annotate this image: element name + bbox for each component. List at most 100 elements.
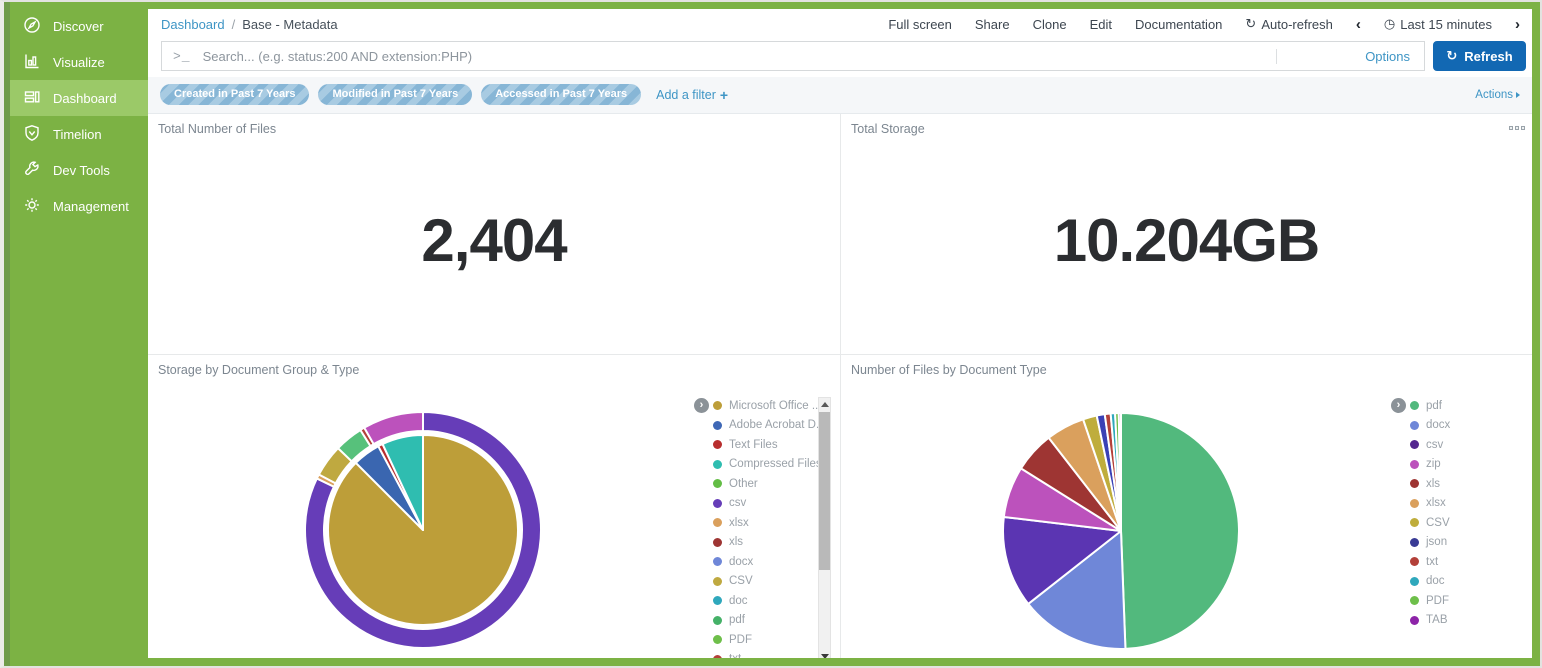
legend-item[interactable]: CSV [713, 572, 826, 592]
legend-color-dot [1410, 596, 1419, 605]
top-navigation: Full screen Share Clone Edit Documentati… [888, 17, 1520, 32]
refresh-button[interactable]: ↻ Refresh [1433, 41, 1526, 71]
legend-item[interactable]: Adobe Acrobat D... [713, 416, 826, 436]
sidebar-item-dev-tools[interactable]: Dev Tools [10, 152, 148, 188]
scroll-down-arrow-icon[interactable] [821, 654, 829, 658]
auto-refresh-button[interactable]: ↻ Auto-refresh [1245, 17, 1332, 32]
sidebar-item-dashboard[interactable]: Dashboard [10, 80, 148, 116]
legend-color-dot [713, 635, 722, 644]
search-options-box: Options [1276, 49, 1424, 64]
panel-title: Total Number of Files [158, 122, 276, 136]
sidebar-item-label: Visualize [53, 55, 105, 70]
legend-item[interactable]: xls [713, 533, 826, 553]
sidebar-item-label: Dashboard [53, 91, 117, 106]
legend-color-dot [713, 401, 722, 410]
time-forward-chevron-icon[interactable]: › [1515, 17, 1520, 32]
filter-pill-created[interactable]: Created in Past 7 Years [160, 84, 309, 105]
options-link[interactable]: Options [1365, 49, 1410, 64]
legend-item[interactable]: Text Files [713, 435, 826, 455]
legend-color-dot [1410, 518, 1419, 527]
legend-item[interactable]: xlsx [713, 513, 826, 533]
legend-item[interactable]: docx [1410, 416, 1450, 436]
search-input[interactable] [201, 48, 1276, 65]
legend-item[interactable]: pdf [1410, 396, 1450, 416]
scrollbar-thumb[interactable] [819, 412, 830, 570]
legend-label: xls [729, 536, 743, 548]
add-filter-button[interactable]: Add a filter + [656, 87, 728, 103]
documentation-link[interactable]: Documentation [1135, 17, 1222, 32]
legend-color-dot [713, 577, 722, 586]
scroll-up-arrow-icon[interactable] [821, 402, 829, 407]
search-row: >_ Options ↻ Refresh [148, 38, 1532, 77]
legend-item[interactable]: CSV [1410, 513, 1450, 533]
sidebar-item-discover[interactable]: Discover [10, 8, 148, 44]
pie-chart[interactable] [1001, 411, 1241, 656]
legend-label: TAB [1426, 614, 1448, 626]
refresh-button-label: Refresh [1464, 49, 1512, 64]
legend-item[interactable]: pdf [713, 611, 826, 631]
legend-color-dot [713, 499, 722, 508]
legend-item[interactable]: docx [713, 552, 826, 572]
legend-color-dot [713, 460, 722, 469]
panel-options-icon[interactable] [1509, 126, 1525, 130]
legend-item[interactable]: xls [1410, 474, 1450, 494]
legend-item[interactable]: Microsoft Office ... [713, 396, 826, 416]
legend-label: pdf [729, 614, 745, 626]
legend-label: xlsx [1426, 497, 1446, 509]
legend-item[interactable]: TAB [1410, 611, 1450, 631]
legend-color-dot [713, 440, 722, 449]
auto-refresh-label: Auto-refresh [1261, 17, 1333, 32]
panel-title: Number of Files by Document Type [851, 363, 1047, 377]
legend-item[interactable]: csv [1410, 435, 1450, 455]
legend-item[interactable]: PDF [713, 630, 826, 650]
legend-color-dot [713, 479, 722, 488]
time-back-chevron-icon[interactable]: ‹ [1356, 17, 1361, 32]
breadcrumb-separator: / [232, 17, 236, 32]
filter-pill-accessed[interactable]: Accessed in Past 7 Years [481, 84, 641, 105]
filter-pill-modified[interactable]: Modified in Past 7 Years [318, 84, 472, 105]
pie-slice[interactable] [1121, 413, 1239, 649]
breadcrumb-current: Base - Metadata [242, 17, 337, 32]
legend-toggle-chevron-icon[interactable]: › [694, 398, 709, 413]
legend-item[interactable]: zip [1410, 455, 1450, 475]
legend-item[interactable]: doc [713, 591, 826, 611]
legend-item[interactable]: txt [713, 650, 826, 659]
filter-bar: Created in Past 7 Years Modified in Past… [148, 77, 1532, 114]
sidebar-item-label: Dev Tools [53, 163, 110, 178]
legend-label: pdf [1426, 400, 1442, 412]
legend-color-dot [713, 616, 722, 625]
sidebar-item-timelion[interactable]: Timelion [10, 116, 148, 152]
search-box: >_ Options [161, 41, 1425, 71]
legend-item[interactable]: xlsx [1410, 494, 1450, 514]
time-range-picker[interactable]: ◷ Last 15 minutes [1384, 17, 1492, 32]
legend-item[interactable]: PDF [1410, 591, 1450, 611]
edit-button[interactable]: Edit [1090, 17, 1112, 32]
legend-item[interactable]: Other [713, 474, 826, 494]
sidebar-item-label: Timelion [53, 127, 102, 142]
legend-item[interactable]: txt [1410, 552, 1450, 572]
share-button[interactable]: Share [975, 17, 1010, 32]
legend-label: Compressed Files [729, 458, 822, 470]
sidebar-item-visualize[interactable]: Visualize [10, 44, 148, 80]
legend-color-dot [1410, 557, 1419, 566]
full-screen-button[interactable]: Full screen [888, 17, 952, 32]
legend-item[interactable]: json [1410, 533, 1450, 553]
legend-color-dot [1410, 616, 1419, 625]
legend-color-dot [1410, 460, 1419, 469]
legend-color-dot [1410, 499, 1419, 508]
legend-item[interactable]: doc [1410, 572, 1450, 592]
sidebar-item-management[interactable]: Management [10, 188, 148, 224]
legend-item[interactable]: Compressed Files [713, 455, 826, 475]
actions-menu-button[interactable]: Actions [1475, 89, 1520, 101]
clone-button[interactable]: Clone [1033, 17, 1067, 32]
chart-legend: pdf docx csvzipxls xlsx CSVjsontxtdocPDF TAB [1410, 396, 1450, 630]
legend-color-dot [1410, 440, 1419, 449]
legend-item[interactable]: csv [713, 494, 826, 514]
sidebar-item-label: Discover [53, 19, 104, 34]
legend-scrollbar[interactable] [818, 397, 831, 658]
breadcrumb-dashboard-link[interactable]: Dashboard [161, 17, 225, 32]
legend-label: Other [729, 478, 758, 490]
legend-toggle-chevron-icon[interactable]: › [1391, 398, 1406, 413]
sunburst-chart[interactable] [303, 410, 543, 655]
legend-label: docx [1426, 419, 1450, 431]
